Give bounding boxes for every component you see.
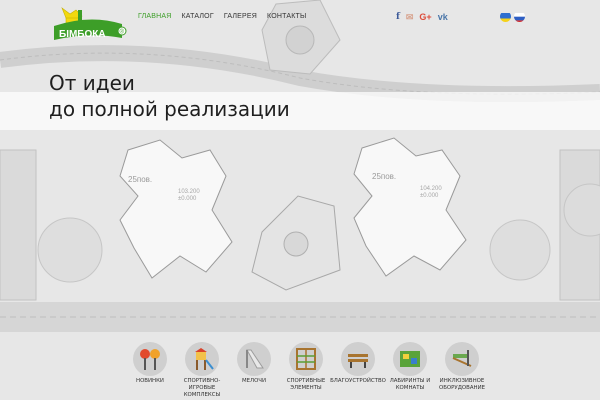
slide-icon	[237, 342, 271, 376]
plan-label-right-elev-bottom: ±0.000	[420, 193, 439, 199]
hero-line-2: до полной реализации	[49, 97, 290, 121]
category-new[interactable]: НОВИНКИ	[124, 342, 176, 399]
category-bar: НОВИНКИ СПОРТИВНО-ИГРОВЫЕ КОМПЛЕКСЫ МЕЛО…	[124, 342, 488, 399]
new-items-icon	[133, 342, 167, 376]
category-small-items[interactable]: МЕЛОЧИ	[228, 342, 280, 399]
russia-flag-icon[interactable]	[514, 11, 525, 22]
category-label: СПОРТИВНЫЕ ЭЛЕМЕНТЫ	[286, 378, 326, 391]
category-label: ЛАБИРИНТЫ И КОМНАТЫ	[389, 378, 431, 391]
logo-graphic: БІМБОКА ®	[54, 7, 127, 40]
inclusive-equipment-icon	[445, 342, 479, 376]
plan-label-right-elev-top: 104.200	[420, 186, 442, 192]
category-labyrinths[interactable]: ЛАБИРИНТЫ И КОМНАТЫ	[384, 342, 436, 399]
sport-frame-icon	[289, 342, 323, 376]
category-label: МЕЛОЧИ	[241, 378, 267, 384]
site-plan-background: 25пов. 103.200 ±0.000 25пов. 104.200 ±0.…	[0, 0, 600, 400]
category-label: НОВИНКИ	[136, 378, 164, 384]
ukraine-flag-icon[interactable]	[500, 11, 511, 22]
category-inclusive[interactable]: ИНКЛЮЗИВНОЕ ОБОРУДОВАНИЕ	[436, 342, 488, 399]
vk-icon[interactable]: vk	[438, 11, 448, 23]
nav-item-home[interactable]: ГЛАВНАЯ	[138, 13, 172, 20]
nav-item-contacts[interactable]: КОНТАКТЫ	[267, 13, 306, 20]
category-sport-elements[interactable]: СПОРТИВНЫЕ ЭЛЕМЕНТЫ	[280, 342, 332, 399]
social-links: f ✉ G+ vk	[396, 11, 448, 23]
category-label: СПОРТИВНО-ИГРОВЫЕ КОМПЛЕКСЫ	[183, 378, 221, 398]
play-complex-icon	[185, 342, 219, 376]
plan-label-left-floors: 25пов.	[128, 175, 152, 184]
category-play-complexes[interactable]: СПОРТИВНО-ИГРОВЫЕ КОМПЛЕКСЫ	[176, 342, 228, 399]
plan-label-left-elev-bottom: ±0.000	[178, 196, 197, 202]
hero-line-1: От идеи	[49, 71, 135, 95]
google-plus-icon[interactable]: G+	[419, 11, 431, 23]
plan-label-right-floors: 25пов.	[372, 172, 396, 181]
logo-text: БІМБОКА	[59, 29, 106, 40]
main-nav: ГЛАВНАЯ КАТАЛОГ ГАЛЕРЕЯ КОНТАКТЫ	[138, 13, 306, 20]
category-label: ИНКЛЮЗИВНОЕ ОБОРУДОВАНИЕ	[438, 378, 486, 391]
category-label: БЛАГОУСТРОЙСТВО	[330, 378, 386, 384]
logo-reg-mark: ®	[120, 29, 125, 36]
nav-item-gallery[interactable]: ГАЛЕРЕЯ	[224, 13, 257, 20]
language-switcher	[500, 11, 525, 22]
hero-heading: От идеи до полной реализации	[49, 70, 290, 122]
brand-logo[interactable]: БІМБОКА ®	[52, 4, 128, 48]
category-landscaping[interactable]: БЛАГОУСТРОЙСТВО	[330, 342, 386, 399]
bench-icon	[341, 342, 375, 376]
plan-label-left-elev-top: 103.200	[178, 189, 200, 195]
facebook-icon[interactable]: f	[396, 11, 400, 23]
labyrinth-icon	[393, 342, 427, 376]
nav-item-catalog[interactable]: КАТАЛОГ	[182, 13, 214, 20]
email-icon[interactable]: ✉	[406, 11, 414, 23]
